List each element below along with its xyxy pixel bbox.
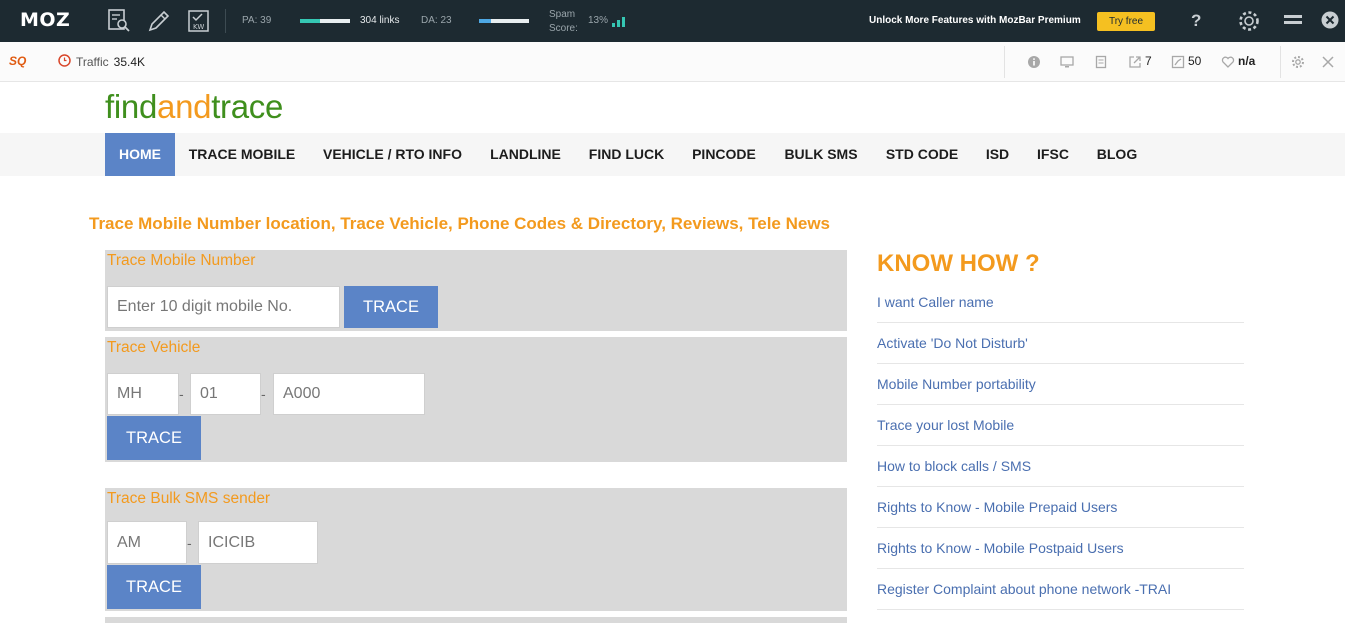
traffic-value: 35.4K — [113, 55, 146, 69]
edit-pencil-icon[interactable] — [146, 8, 172, 34]
spam-score-value: 13% — [588, 15, 609, 26]
vehicle-district-input[interactable]: 01 — [190, 373, 261, 415]
seoquake-bar: SQ Traffic 35.4K 7 50 n/a — [0, 42, 1345, 82]
trace-vehicle-button[interactable]: TRACE — [107, 416, 201, 460]
moz-logo[interactable]: MOZ — [20, 9, 70, 31]
followed-links-icon[interactable] — [1171, 55, 1185, 69]
traffic-metric[interactable]: Traffic 35.4K — [58, 54, 145, 70]
subbar-divider — [1004, 46, 1005, 78]
mobile-number-input[interactable]: Enter 10 digit mobile No. — [107, 286, 340, 328]
seoquake-logo[interactable]: SQ — [9, 54, 26, 68]
main-navigation: HOME TRACE MOBILE VEHICLE / RTO INFO LAN… — [0, 133, 1345, 176]
toolbar-divider — [225, 9, 226, 33]
subbar-divider — [1280, 46, 1281, 78]
nav-vehicle-rto-info[interactable]: VEHICLE / RTO INFO — [309, 133, 476, 176]
nav-landline[interactable]: LANDLINE — [476, 133, 575, 176]
logo-part-and: and — [157, 88, 212, 125]
know-how-link[interactable]: Trace your lost Mobile — [877, 405, 1244, 446]
sms-separator: - — [187, 535, 192, 551]
nav-bulk-sms[interactable]: BULK SMS — [770, 133, 872, 176]
know-how-title: KNOW HOW ? — [877, 250, 1040, 277]
page-analysis-icon[interactable] — [106, 8, 132, 34]
nav-pincode[interactable]: PINCODE — [678, 133, 770, 176]
vehicle-separator: - — [261, 386, 266, 402]
next-panel — [105, 617, 847, 623]
trace-mobile-button[interactable]: TRACE — [344, 286, 438, 328]
sms-prefix-input[interactable]: AM — [107, 521, 187, 564]
external-links-value: 7 — [1145, 54, 1152, 68]
subbar-settings-icon[interactable] — [1291, 55, 1305, 69]
mozbar-toolbar: MOZ KW PA: 39 304 links DA: 23 Spam Scor… — [0, 0, 1345, 42]
logo-part-trace: trace — [211, 88, 284, 125]
followed-links-value: 50 — [1188, 54, 1202, 68]
nav-blog[interactable]: BLOG — [1083, 133, 1151, 176]
trace-vehicle-title: Trace Vehicle — [107, 339, 201, 356]
da-label: DA: 23 — [421, 15, 452, 26]
links-count[interactable]: 304 links — [360, 15, 399, 26]
logo-part-find: find — [105, 88, 158, 125]
pa-bar — [300, 19, 350, 23]
trace-bulk-sms-button[interactable]: TRACE — [107, 565, 201, 609]
findandtrace-logo[interactable]: findandtrace — [105, 88, 283, 126]
svg-text:KW: KW — [193, 23, 204, 31]
settings-gear-icon[interactable] — [1237, 9, 1261, 38]
traffic-label: Traffic — [76, 55, 109, 69]
sms-sender-input[interactable]: ICICIB — [198, 521, 318, 564]
know-how-link[interactable]: Rights to Know - Mobile Postpaid Users — [877, 528, 1244, 569]
spam-label-line1: Spam — [549, 9, 576, 20]
nav-std-code[interactable]: STD CODE — [872, 133, 972, 176]
traffic-clock-icon — [58, 54, 71, 70]
nav-trace-mobile[interactable]: TRACE MOBILE — [175, 133, 309, 176]
spam-score-bars-icon — [611, 14, 629, 32]
nav-find-luck[interactable]: FIND LUCK — [575, 133, 678, 176]
vehicle-number-input[interactable]: A000 — [273, 373, 425, 415]
vehicle-state-input[interactable]: MH — [107, 373, 179, 415]
know-how-link[interactable]: How to block calls / SMS — [877, 446, 1244, 487]
know-how-link[interactable]: Activate 'Do Not Disturb' — [877, 323, 1244, 364]
nav-home[interactable]: HOME — [105, 133, 175, 176]
document-icon[interactable] — [1094, 55, 1108, 69]
nav-ifsc[interactable]: IFSC — [1023, 133, 1083, 176]
know-how-link[interactable]: I want Caller name — [877, 282, 1244, 323]
close-mozbar-icon[interactable] — [1321, 11, 1339, 34]
trace-vehicle-panel: Trace Vehicle MH - 01 - A000 TRACE — [105, 337, 847, 462]
know-how-link[interactable]: Register Complaint about phone network -… — [877, 569, 1244, 610]
bulk-sms-title: Trace Bulk SMS sender — [107, 490, 271, 507]
link-health-value: n/a — [1238, 54, 1256, 68]
info-icon[interactable] — [1027, 55, 1041, 69]
page-tagline: Trace Mobile Number location, Trace Vehi… — [89, 214, 831, 233]
link-health-icon[interactable] — [1221, 55, 1235, 69]
nav-isd[interactable]: ISD — [972, 133, 1023, 176]
da-bar — [479, 19, 529, 23]
know-how-list: I want Caller name Activate 'Do Not Dist… — [877, 282, 1244, 610]
know-how-link[interactable]: Rights to Know - Mobile Prepaid Users — [877, 487, 1244, 528]
know-how-link[interactable]: Mobile Number portability — [877, 364, 1244, 405]
spam-label-line2: Score: — [549, 23, 578, 34]
subbar-close-icon[interactable] — [1321, 55, 1335, 69]
help-icon[interactable]: ? — [1191, 11, 1201, 31]
external-links-icon[interactable] — [1128, 55, 1142, 69]
trace-mobile-title: Trace Mobile Number — [107, 252, 256, 269]
trace-mobile-panel: Trace Mobile Number Enter 10 digit mobil… — [105, 250, 847, 331]
premium-promo-text: Unlock More Features with MozBar Premium — [869, 15, 1081, 26]
vehicle-separator: - — [179, 386, 184, 402]
display-icon[interactable] — [1060, 55, 1074, 69]
pa-label: PA: 39 — [242, 15, 272, 26]
bulk-sms-panel: Trace Bulk SMS sender AM - ICICIB TRACE — [105, 488, 847, 611]
collapse-bar-icon[interactable] — [1283, 13, 1303, 32]
keyword-highlight-icon[interactable]: KW — [186, 8, 212, 34]
try-free-button[interactable]: Try free — [1097, 12, 1155, 31]
